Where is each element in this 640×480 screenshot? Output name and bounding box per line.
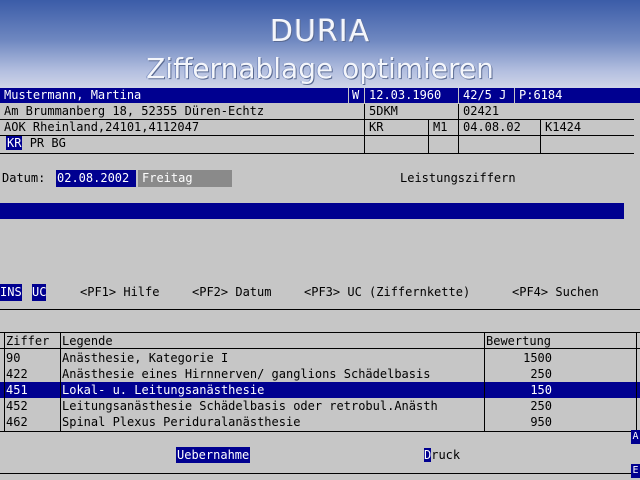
col-sep-1 bbox=[60, 333, 61, 431]
table-bottom-border bbox=[0, 431, 640, 432]
patient-birthdate: 12.03.1960 bbox=[364, 88, 458, 104]
patient-address: Am Brummanberg 18, 52355 Düren-Echtz bbox=[0, 104, 364, 120]
col-sep-0 bbox=[4, 333, 5, 431]
tag-bg[interactable]: BG bbox=[51, 136, 65, 150]
patient-info: Mustermann, Martina W 12.03.1960 42/5 J … bbox=[0, 88, 640, 154]
patient-status: KR bbox=[364, 120, 428, 136]
row-bewertung: 250 bbox=[530, 367, 552, 381]
scroll-end-marker[interactable]: E bbox=[631, 464, 640, 478]
row-legende: Lokal- u. Leitungsanästhesie bbox=[62, 383, 265, 397]
tag-pr[interactable]: PR bbox=[30, 136, 44, 150]
table-row[interactable]: 422 Anästhesie eines Hirnnerven/ ganglio… bbox=[0, 366, 640, 382]
footer-border bbox=[0, 473, 640, 474]
app-title: DURIA bbox=[269, 14, 371, 49]
row-legende: Spinal Plexus Periduralanästhesie bbox=[62, 415, 301, 429]
row-bewertung: 950 bbox=[530, 415, 552, 429]
header-ziffer: Ziffer bbox=[6, 334, 50, 348]
print-label: ruck bbox=[431, 448, 461, 462]
patient-empty-4 bbox=[540, 136, 634, 154]
row-ziffer: 452 bbox=[6, 399, 28, 413]
pf1-help[interactable]: <PF1> Hilfe bbox=[80, 284, 159, 301]
patient-tags: KR PR BG bbox=[0, 136, 364, 154]
date-line: Datum: 02.08.2002 Freitag Leistungsziffe… bbox=[0, 170, 640, 188]
patient-empty-3 bbox=[458, 136, 540, 154]
header-bewertung: Bewertung bbox=[486, 334, 552, 348]
accept-button[interactable]: Uebernahme bbox=[176, 447, 251, 463]
col-sep-3 bbox=[636, 333, 637, 431]
row-ziffer: 462 bbox=[6, 415, 28, 429]
date-input[interactable]: 02.08.2002 bbox=[56, 170, 136, 187]
patient-number: P:6184 bbox=[514, 88, 640, 104]
row-legende: Leitungsanästhesie Schädelbasis oder ret… bbox=[62, 399, 438, 413]
scroll-top-marker[interactable]: A bbox=[631, 430, 640, 444]
date-label: Datum: bbox=[2, 171, 46, 185]
patient-code2: 02421 bbox=[458, 104, 634, 120]
print-button[interactable]: Druck bbox=[424, 447, 460, 463]
row-bewertung: 250 bbox=[530, 399, 552, 413]
row-bewertung: 1500 bbox=[523, 351, 552, 365]
pf3-chain[interactable]: <PF3> UC (Ziffernkette) bbox=[304, 284, 470, 301]
patient-empty-2 bbox=[428, 136, 458, 154]
col-sep-2 bbox=[484, 333, 485, 431]
patient-name[interactable]: Mustermann, Martina bbox=[0, 88, 348, 104]
table-header: Ziffer Legende Bewertung bbox=[0, 333, 640, 349]
tag-kr[interactable]: KR bbox=[6, 136, 23, 150]
patient-row-2: Am Brummanberg 18, 52355 Düren-Echtz 5DK… bbox=[0, 104, 640, 120]
patient-sex: W bbox=[348, 88, 364, 104]
action-bar: Uebernahme Druck bbox=[0, 447, 640, 465]
patient-age: 42/5 J bbox=[458, 88, 514, 104]
patient-code3: K1424 bbox=[540, 120, 634, 136]
patient-empty-1 bbox=[364, 136, 428, 154]
row-ziffer: 90 bbox=[6, 351, 21, 365]
table-row[interactable]: 90 Anästhesie, Kategorie I 1500 bbox=[0, 350, 640, 366]
patient-row-3: AOK Rheinland,24101,4112047 KR M1 04.08.… bbox=[0, 120, 640, 136]
pf4-search[interactable]: <PF4> Suchen bbox=[512, 284, 599, 301]
ins-mode[interactable]: INS bbox=[0, 284, 22, 301]
patient-valid: 04.08.02 bbox=[458, 120, 540, 136]
row-ziffer: 422 bbox=[6, 367, 28, 381]
function-keys: INS UC <PF1> Hilfe <PF2> Datum <PF3> UC … bbox=[0, 284, 640, 302]
table-row-selected[interactable]: 451 Lokal- u. Leitungsanästhesie 150 bbox=[0, 382, 640, 398]
patient-insurance: AOK Rheinland,24101,4112047 bbox=[0, 120, 364, 136]
row-bewertung: 150 bbox=[530, 383, 552, 397]
input-bar[interactable] bbox=[0, 203, 624, 219]
table-row[interactable]: 462 Spinal Plexus Periduralanästhesie 95… bbox=[0, 414, 640, 430]
row-ziffer: 451 bbox=[6, 383, 28, 397]
section-title: Leistungsziffern bbox=[400, 171, 516, 185]
row-legende: Anästhesie eines Hirnnerven/ ganglions S… bbox=[62, 367, 431, 381]
pf2-date[interactable]: <PF2> Datum bbox=[192, 284, 271, 301]
divider bbox=[0, 309, 640, 310]
row-legende: Anästhesie, Kategorie I bbox=[62, 351, 229, 365]
patient-code1: 5DKM bbox=[364, 104, 458, 120]
table-row[interactable]: 452 Leitungsanästhesie Schädelbasis oder… bbox=[0, 398, 640, 414]
patient-m: M1 bbox=[428, 120, 458, 136]
weekday-field: Freitag bbox=[138, 170, 232, 187]
header-legende: Legende bbox=[62, 334, 113, 348]
screen-title: Ziffernablage optimieren bbox=[146, 52, 494, 85]
title-banner: DURIA Ziffernablage optimieren bbox=[0, 0, 640, 88]
patient-row-1: Mustermann, Martina W 12.03.1960 42/5 J … bbox=[0, 88, 640, 104]
uc-mode[interactable]: UC bbox=[32, 284, 47, 301]
patient-row-4: KR PR BG bbox=[0, 136, 640, 154]
